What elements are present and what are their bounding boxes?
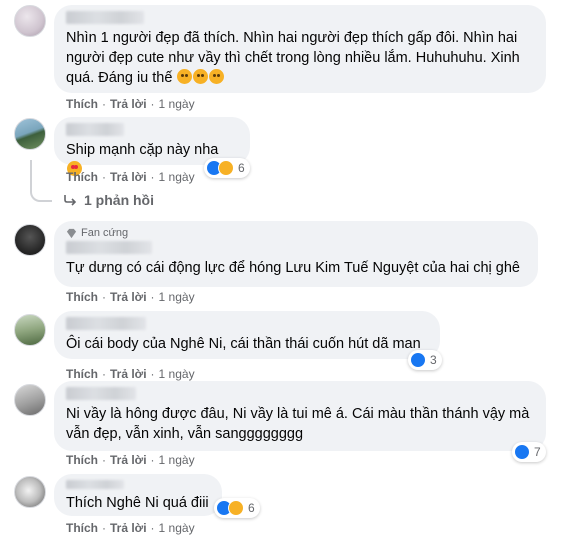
avatar[interactable] (14, 384, 46, 416)
haha-reaction-icon (228, 500, 244, 516)
emoji-icon (193, 69, 209, 84)
avatar[interactable] (14, 118, 46, 150)
comment-text: Ôi cái body của Nghê Ni, cái thần thái c… (66, 336, 421, 352)
reaction-summary[interactable]: 6 (204, 158, 250, 178)
emoji-icon (209, 69, 225, 84)
reply-button[interactable]: Trả lời (110, 453, 147, 467)
fan-badge[interactable]: Fan cứng (66, 227, 526, 239)
comment-text: Nhìn 1 người đẹp đã thích. Nhìn hai ngườ… (66, 30, 520, 86)
author-name-blurred[interactable] (66, 387, 136, 400)
timestamp[interactable]: 1 ngày (159, 290, 195, 304)
reaction-summary[interactable]: 7 (512, 442, 546, 462)
timestamp[interactable]: 1 ngày (159, 521, 195, 535)
author-name-blurred[interactable] (66, 317, 146, 330)
timestamp[interactable]: 1 ngày (159, 367, 195, 381)
reaction-count: 3 (430, 353, 437, 367)
comment-bubble: Nhìn 1 người đẹp đã thích. Nhìn hai ngườ… (54, 5, 546, 93)
reply-button[interactable]: Trả lời (110, 97, 147, 111)
comment-actions: Thích · Trả lời · 1 ngày (66, 97, 195, 111)
author-name-blurred[interactable] (66, 480, 124, 489)
reaction-summary[interactable]: 6 (214, 498, 260, 518)
author-name-blurred[interactable] (66, 11, 144, 24)
reply-button[interactable]: Trả lời (110, 521, 147, 535)
reaction-count: 6 (248, 501, 255, 515)
comment-actions: Thích · Trả lời · 1 ngày (66, 290, 195, 304)
like-button[interactable]: Thích (66, 290, 98, 304)
comment-bubble: Fan cứng Tự dưng có cái động lực để hóng… (54, 221, 538, 287)
reply-button[interactable]: Trả lời (110, 290, 147, 304)
timestamp[interactable]: 1 ngày (159, 170, 195, 184)
comment-text: Thích Nghê Ni quá điii (66, 495, 209, 511)
reply-thread-line (30, 160, 52, 202)
like-button[interactable]: Thích (66, 97, 98, 111)
comment-bubble: Ôi cái body của Nghê Ni, cái thần thái c… (54, 311, 440, 359)
timestamp[interactable]: 1 ngày (159, 453, 195, 467)
comment-actions: Thích · Trả lời · 1 ngày (66, 521, 195, 535)
reply-button[interactable]: Trả lời (110, 367, 147, 381)
view-replies-link[interactable]: 1 phản hồi (64, 192, 154, 208)
comment-text: Tự dưng có cái động lực để hóng Lưu Kim … (66, 260, 520, 276)
reaction-count: 6 (238, 161, 245, 175)
reply-arrow-icon (64, 195, 77, 206)
author-name-blurred[interactable] (66, 123, 124, 136)
diamond-icon (66, 228, 77, 238)
avatar[interactable] (14, 476, 46, 508)
timestamp[interactable]: 1 ngày (159, 97, 195, 111)
comment-actions: Thích · Trả lời · 1 ngày (66, 453, 195, 467)
author-name-blurred[interactable] (66, 241, 152, 254)
avatar[interactable] (14, 5, 46, 37)
reply-button[interactable]: Trả lời (110, 170, 147, 184)
comment-actions: Thích · Trả lời · 1 ngày (66, 367, 195, 381)
like-button[interactable]: Thích (66, 367, 98, 381)
emoji-icon (177, 69, 193, 84)
comment-bubble: Ni vầy là hông được đâu, Ni vầy là tui m… (54, 381, 546, 451)
like-button[interactable]: Thích (66, 521, 98, 535)
haha-reaction-icon (218, 160, 234, 176)
reaction-count: 7 (534, 445, 541, 459)
like-button[interactable]: Thích (66, 453, 98, 467)
view-replies-label[interactable]: 1 phản hồi (84, 192, 154, 208)
like-reaction-icon (410, 352, 426, 368)
reaction-summary[interactable]: 3 (408, 350, 442, 370)
avatar[interactable] (14, 224, 46, 256)
comment-text: Ni vầy là hông được đâu, Ni vầy là tui m… (66, 406, 530, 442)
comment-bubble: Thích Nghê Ni quá điii (54, 474, 222, 516)
comment-actions: Thích · Trả lời · 1 ngày (66, 170, 195, 184)
avatar[interactable] (14, 314, 46, 346)
like-reaction-icon (514, 444, 530, 460)
like-button[interactable]: Thích (66, 170, 98, 184)
